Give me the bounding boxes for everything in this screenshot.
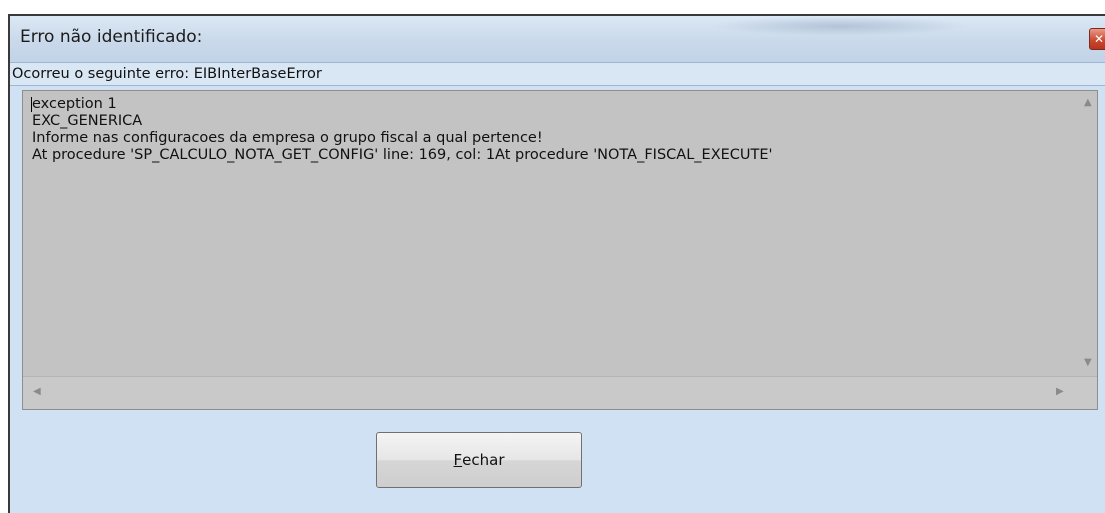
- fechar-button[interactable]: Fechar: [376, 432, 582, 488]
- close-icon: ✕: [1094, 32, 1105, 46]
- title-bar-glare: [710, 16, 970, 36]
- error-line: EXC_GENERICA: [32, 113, 143, 129]
- horizontal-scrollbar[interactable]: ◀ ▶: [23, 376, 1097, 409]
- error-dialog: Erro não identificado: ✕ Ocorreu o segui…: [8, 14, 1105, 513]
- scroll-right-icon[interactable]: ▶: [1056, 386, 1064, 397]
- scroll-left-icon[interactable]: ◀: [33, 386, 41, 397]
- title-bar[interactable]: Erro não identificado: ✕: [10, 16, 1105, 62]
- fechar-accelerator: F: [453, 451, 463, 469]
- error-line: Informe nas configuracoes da empresa o g…: [32, 130, 543, 146]
- close-button[interactable]: ✕: [1089, 28, 1105, 50]
- error-lines: exception 1 EXC_GENERICA Informe nas con…: [32, 96, 773, 164]
- error-line: exception 1: [32, 96, 117, 112]
- fechar-label: echar: [462, 451, 505, 469]
- dialog-title: Erro não identificado:: [20, 27, 203, 47]
- scroll-down-icon[interactable]: ▼: [1084, 357, 1092, 368]
- error-details-memo[interactable]: exception 1 EXC_GENERICA Informe nas con…: [22, 90, 1098, 410]
- error-line: At procedure 'SP_CALCULO_NOTA_GET_CONFIG…: [32, 147, 773, 163]
- scroll-up-icon[interactable]: ▲: [1084, 97, 1092, 108]
- error-type-label: Ocorreu o seguinte erro: EIBInterBaseErr…: [10, 62, 1105, 86]
- vertical-scrollbar[interactable]: ▲ ▼: [1080, 91, 1097, 377]
